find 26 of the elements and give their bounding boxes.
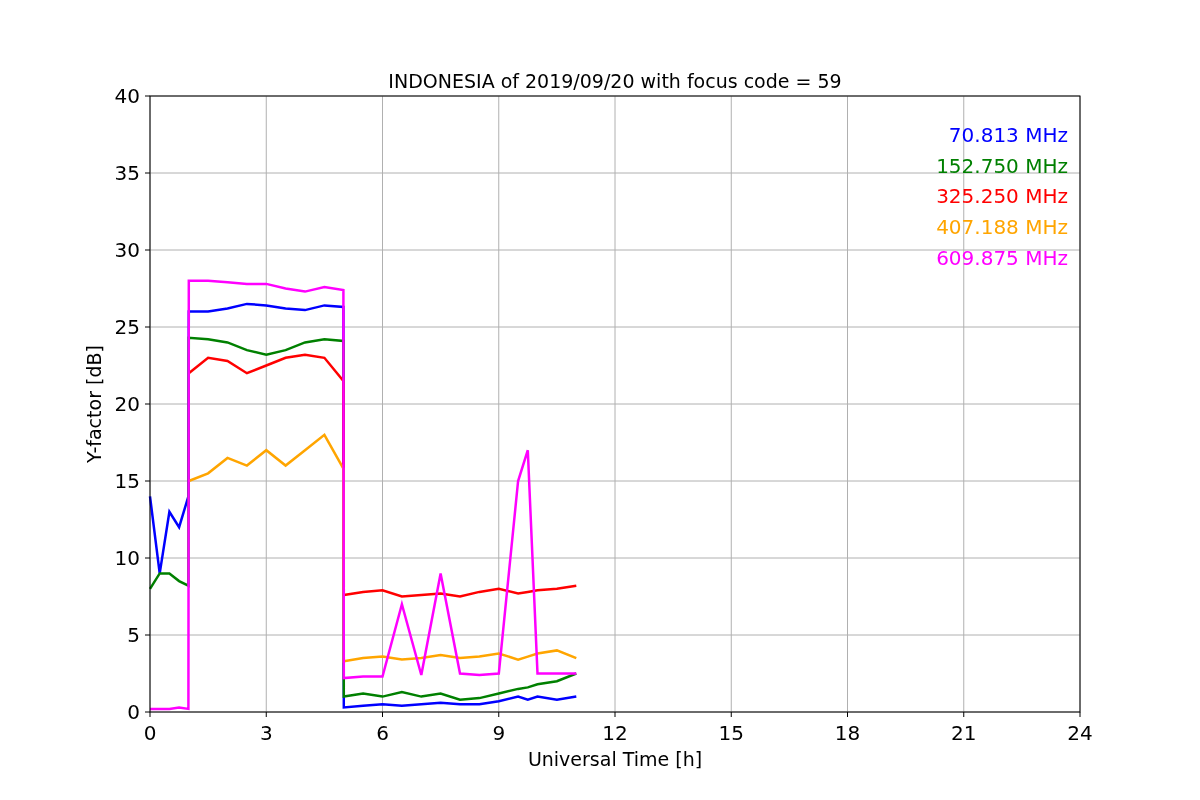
x-axis-label: Universal Time [h]	[527, 748, 703, 770]
y-tick-label: 20	[114, 392, 140, 416]
y-tick-label: 5	[127, 623, 140, 647]
y-tick-label: 30	[114, 238, 140, 262]
chart-title: INDONESIA of 2019/09/20 with focus code = 59	[388, 70, 842, 92]
legend-entry: 70.813 MHz	[948, 123, 1068, 147]
x-tick-label: 21	[951, 721, 977, 745]
x-tick-label: 6	[376, 721, 389, 745]
y-tick-label: 10	[114, 546, 140, 570]
y-tick-label: 25	[114, 315, 140, 339]
legend-entry: 325.250 MHz	[936, 184, 1068, 209]
legend-entry: 609.875 MHz	[936, 245, 1068, 270]
x-tick-label: 15	[718, 721, 744, 745]
y-tick-label: 15	[114, 469, 140, 493]
legend-entry: 407.188 MHz	[936, 215, 1068, 240]
y-axis-label: Y-factor [dB]	[83, 345, 105, 463]
legend-entry: 152.750 MHz	[936, 153, 1068, 178]
y-tick-label: 35	[114, 161, 140, 185]
x-tick-label: 3	[259, 721, 273, 745]
x-tick-label: 12	[602, 721, 628, 745]
y-tick-label: 40	[114, 84, 140, 108]
x-tick-label: 0	[143, 721, 157, 745]
x-tick-label: 18	[834, 721, 861, 745]
x-tick-label: 9	[492, 721, 506, 745]
x-tick-label: 24	[1067, 721, 1093, 745]
y-tick-label: 0	[127, 700, 140, 724]
